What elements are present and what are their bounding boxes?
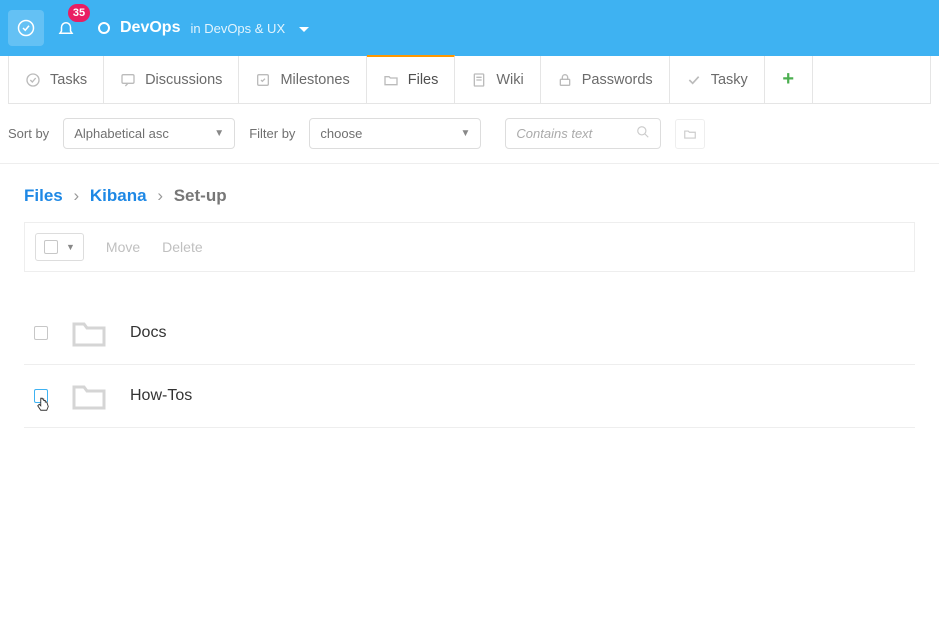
file-name: How-Tos <box>130 387 192 405</box>
search-input[interactable]: Contains text <box>505 118 661 149</box>
project-name: DevOps <box>120 19 180 37</box>
content-area: Files › Kibana › Set-up ▼ Move Delete Do… <box>0 164 939 450</box>
filter-by-label: Filter by <box>249 126 295 141</box>
comment-icon <box>120 72 136 88</box>
check-icon <box>686 72 702 88</box>
tab-label: Wiki <box>496 72 523 88</box>
top-header: 35 DevOps in DevOps & UX <box>0 0 939 56</box>
folder-action-button[interactable] <box>675 119 705 149</box>
tab-files[interactable]: Files <box>367 55 456 103</box>
tab-wiki[interactable]: Wiki <box>455 56 540 103</box>
caret-down-icon <box>299 20 309 36</box>
tab-label: Passwords <box>582 72 653 88</box>
select-all-dropdown[interactable]: ▼ <box>35 233 84 261</box>
tab-tasky[interactable]: Tasky <box>670 56 765 103</box>
tab-milestones[interactable]: Milestones <box>239 56 366 103</box>
row-checkbox[interactable] <box>34 389 48 403</box>
tab-label: Tasks <box>50 72 87 88</box>
row-checkbox[interactable] <box>34 326 48 340</box>
file-row[interactable]: How-Tos <box>24 365 915 428</box>
search-icon <box>636 125 650 142</box>
filter-value: choose <box>320 126 362 141</box>
file-list: Docs How-Tos <box>24 302 915 428</box>
lock-icon <box>557 72 573 88</box>
delete-button[interactable]: Delete <box>162 239 202 255</box>
notification-badge: 35 <box>68 4 90 22</box>
tab-label: Tasky <box>711 72 748 88</box>
tab-label: Milestones <box>280 72 349 88</box>
document-icon <box>471 72 487 88</box>
project-color-icon <box>98 22 110 34</box>
move-button[interactable]: Move <box>106 239 140 255</box>
tab-tasks[interactable]: Tasks <box>9 56 104 103</box>
chevron-right-icon: › <box>73 186 79 205</box>
caret-down-icon: ▼ <box>214 128 224 139</box>
sort-select[interactable]: Alphabetical asc ▼ <box>63 118 235 149</box>
caret-down-icon: ▼ <box>66 242 75 252</box>
filter-bar: Sort by Alphabetical asc ▼ Filter by cho… <box>0 104 939 164</box>
project-switcher[interactable]: DevOps in DevOps & UX <box>98 19 309 37</box>
folder-icon <box>72 381 106 411</box>
folder-icon <box>72 318 106 348</box>
breadcrumb-root[interactable]: Files <box>24 186 63 205</box>
filter-select[interactable]: choose ▼ <box>309 118 481 149</box>
notifications-button[interactable]: 35 <box>48 10 84 46</box>
sort-value: Alphabetical asc <box>74 126 169 141</box>
tabs-row: Tasks Discussions Milestones Files Wiki … <box>8 56 931 104</box>
plus-icon: + <box>782 68 794 91</box>
chevron-right-icon: › <box>157 186 163 205</box>
tab-discussions[interactable]: Discussions <box>104 56 239 103</box>
sort-by-label: Sort by <box>8 126 49 141</box>
search-placeholder: Contains text <box>516 126 592 141</box>
folder-icon <box>383 72 399 88</box>
selection-toolbar: ▼ Move Delete <box>24 222 915 272</box>
tab-label: Files <box>408 72 439 88</box>
add-tab-button[interactable]: + <box>765 56 813 103</box>
file-name: Docs <box>130 324 166 342</box>
check-circle-icon <box>25 72 41 88</box>
check-button[interactable] <box>8 10 44 46</box>
breadcrumb-folder[interactable]: Kibana <box>90 186 147 205</box>
caret-down-icon: ▼ <box>461 128 471 139</box>
tab-label: Discussions <box>145 72 222 88</box>
milestone-icon <box>255 72 271 88</box>
breadcrumb: Files › Kibana › Set-up <box>24 186 915 206</box>
tab-passwords[interactable]: Passwords <box>541 56 670 103</box>
breadcrumb-current: Set-up <box>174 186 227 205</box>
file-row[interactable]: Docs <box>24 302 915 365</box>
select-all-checkbox[interactable] <box>44 240 58 254</box>
project-context: in DevOps & UX <box>190 21 285 36</box>
